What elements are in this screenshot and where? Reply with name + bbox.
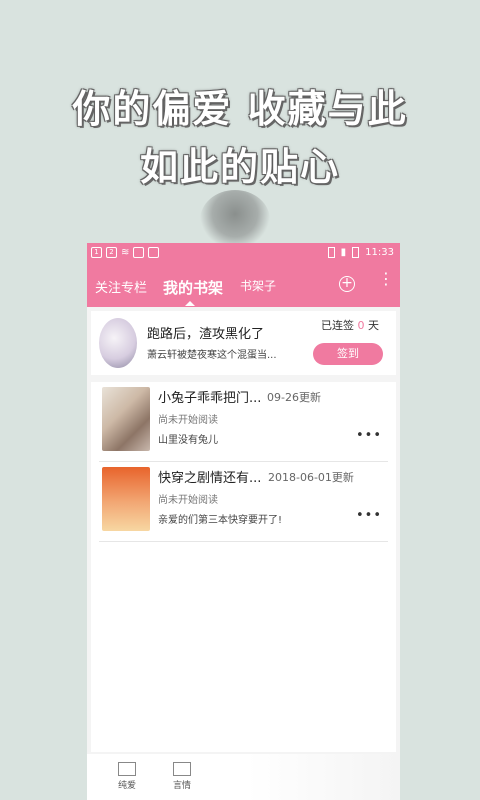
list-item[interactable]: 快穿之剧情还有... 2018-06-01更新 尚未开始阅读 亲爱的们第三本快穿… — [91, 462, 396, 542]
notification-icon: 1 — [91, 247, 102, 258]
bottom-nav: 纯爱 言情 — [87, 754, 247, 800]
signin-streak: 已连签 0 天 — [321, 317, 379, 333]
plus-icon[interactable]: + — [339, 276, 355, 292]
status-bar: 1 2 ≋ ▮ 11:33 — [87, 243, 400, 265]
battery-icon — [352, 247, 360, 258]
tab-follow-column[interactable]: 关注专栏 — [95, 277, 147, 296]
signal-icon: ▮ — [340, 247, 347, 258]
book-update-date: 2018-06-01更新 — [268, 471, 354, 484]
decorative-figure — [200, 190, 270, 250]
more-vertical-icon[interactable]: ⋮ — [378, 271, 394, 287]
nav-label: 言情 — [172, 781, 191, 791]
image-icon — [148, 247, 160, 258]
bookshelf-list: 小兔子乖乖把门... 09-26更新 尚未开始阅读 山里没有兔儿 ••• 快穿之… — [91, 382, 396, 752]
divider — [99, 541, 388, 542]
nav-fade — [247, 754, 400, 800]
reading-status: 尚未开始阅读 — [158, 495, 218, 506]
card-book-title[interactable]: 跑路后，渣攻黑化了 — [147, 323, 264, 342]
tab-shelf[interactable]: 书架子 — [240, 277, 276, 294]
book-cover[interactable] — [102, 467, 150, 531]
tab-bar: 关注专栏 我的书架 书架子 + ⋮ — [87, 271, 400, 306]
book-update-date: 09-26更新 — [267, 391, 321, 404]
tab-my-bookshelf[interactable]: 我的书架 — [163, 277, 223, 298]
more-horizontal-icon[interactable]: ••• — [356, 428, 382, 443]
card-book-excerpt: 萧云轩被楚夜寒这个混蛋当... — [147, 350, 277, 361]
app-header: 1 2 ≋ ▮ 11:33 关注专栏 我的书架 书架子 + ⋮ — [87, 243, 400, 307]
streak-days: 0 — [357, 319, 365, 332]
notification-icon: 2 — [106, 247, 117, 258]
phone-screen: 1 2 ≋ ▮ 11:33 关注专栏 我的书架 书架子 + ⋮ 跑路后，渣攻黑化… — [87, 243, 400, 800]
home-icon — [118, 762, 136, 776]
signin-button[interactable]: 签到 — [313, 343, 383, 365]
book-description: 山里没有兔儿 — [158, 435, 218, 446]
book-title: 快穿之剧情还有... — [158, 471, 262, 486]
streak-suffix: 天 — [368, 319, 379, 332]
nav-romance[interactable]: 言情 — [164, 762, 200, 791]
book-title: 小兔子乖乖把门... — [158, 391, 262, 406]
book-icon — [173, 762, 191, 776]
promo-line-2: 如此的贴心 — [139, 145, 340, 189]
book-cover[interactable] — [102, 387, 150, 451]
status-time: 11:33 — [365, 247, 394, 258]
more-horizontal-icon[interactable]: ••• — [356, 508, 382, 523]
active-tab-indicator — [185, 301, 195, 306]
nav-pure-love[interactable]: 纯爱 — [109, 762, 145, 791]
book-description: 亲爱的们第三本快穿要开了! — [158, 515, 283, 526]
promo-line-1: 你的偏爱 收藏与此 — [72, 87, 408, 131]
wifi-icon: ≋ — [121, 247, 130, 258]
streak-prefix: 已连签 — [321, 319, 354, 332]
signin-card: 跑路后，渣攻黑化了 萧云轩被楚夜寒这个混蛋当... 已连签 0 天 签到 — [91, 311, 396, 375]
reading-status: 尚未开始阅读 — [158, 415, 218, 426]
nav-label: 纯爱 — [117, 781, 136, 791]
vibrate-icon — [327, 247, 335, 258]
image-icon — [133, 247, 145, 258]
list-item[interactable]: 小兔子乖乖把门... 09-26更新 尚未开始阅读 山里没有兔儿 ••• — [91, 382, 396, 462]
book-cover[interactable] — [99, 318, 137, 368]
